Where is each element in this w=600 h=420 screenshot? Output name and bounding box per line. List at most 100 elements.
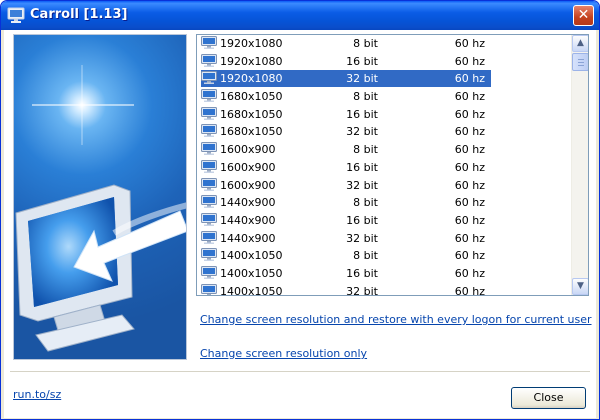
color-depth-cell: 16 bit xyxy=(346,54,378,68)
grip-line xyxy=(578,65,584,66)
color-depth-cell: 8 bit xyxy=(353,90,378,104)
resolution-text: 1680x1050 xyxy=(220,107,283,121)
color-depth-cell: 32 bit xyxy=(346,178,378,192)
resolution-text: 1440x900 xyxy=(220,196,276,210)
change-and-restore-link[interactable]: Change screen resolution and restore wit… xyxy=(200,313,592,326)
grip-line xyxy=(578,59,584,60)
list-item[interactable]: 1440x900 32 bit 60 hz xyxy=(197,230,572,248)
color-depth-cell: 8 bit xyxy=(353,37,378,50)
grip-line xyxy=(578,62,584,63)
scroll-up-icon[interactable]: ▲ xyxy=(572,35,588,52)
monitor-arrow-illustration xyxy=(13,34,187,360)
color-depth-cell: 32 bit xyxy=(346,284,378,296)
title-bar[interactable]: Carroll [1.13] ✕ xyxy=(1,1,599,30)
resolution-cell: 1920x1080 xyxy=(201,53,283,70)
close-button[interactable]: Close xyxy=(511,387,586,409)
color-depth-cell: 16 bit xyxy=(346,213,378,227)
refresh-rate-cell: 60 hz xyxy=(378,70,485,88)
resolution-cell: 1400x1050 xyxy=(201,247,283,264)
footer-divider xyxy=(10,371,590,372)
carroll-window: Carroll [1.13] ✕ 1920x1080 8 bit 60 hz 1… xyxy=(0,0,600,420)
close-x-icon[interactable]: ✕ xyxy=(573,5,594,26)
resolution-list[interactable]: 1920x1080 8 bit 60 hz 1920x1080 16 bit 60 hz 1… xyxy=(196,34,589,296)
resolution-text: 1600x900 xyxy=(220,160,276,174)
change-only-link[interactable]: Change screen resolution only xyxy=(200,347,367,360)
site-link[interactable]: run.to/sz xyxy=(13,388,61,401)
refresh-rate-cell: 60 hz xyxy=(454,90,485,104)
scroll-down-icon[interactable]: ▼ xyxy=(572,278,588,295)
list-item[interactable]: 1920x1080 16 bit 60 hz xyxy=(197,53,572,71)
color-depth-cell: 32 bit xyxy=(346,231,378,245)
monitor-icon xyxy=(201,159,217,173)
list-item[interactable]: 1600x900 32 bit 60 hz xyxy=(197,177,572,195)
resolution-cell: 1440x900 xyxy=(201,230,283,247)
resolution-text: 1680x1050 xyxy=(220,125,283,139)
resolution-rows: 1920x1080 8 bit 60 hz 1920x1080 16 bit 60 hz 1… xyxy=(197,35,572,296)
list-item[interactable]: 1400x1050 8 bit 60 hz xyxy=(197,247,572,265)
vertical-scrollbar[interactable]: ▲ ▼ xyxy=(571,35,588,295)
list-item[interactable]: 1680x1050 16 bit 60 hz xyxy=(197,106,572,124)
list-item[interactable]: 1440x900 16 bit 60 hz xyxy=(197,212,572,230)
list-item[interactable]: 1400x1050 32 bit 60 hz xyxy=(197,283,572,296)
resolution-cell: 1440x900 xyxy=(201,194,283,211)
resolution-cell: 1600x900 xyxy=(201,159,283,176)
list-item[interactable]: 1600x900 8 bit 60 hz xyxy=(197,141,572,159)
list-item[interactable]: 1400x1050 16 bit 60 hz xyxy=(197,265,572,283)
resolution-text: 1440x900 xyxy=(220,213,276,227)
monitor-icon xyxy=(201,124,217,138)
refresh-rate-cell: 60 hz xyxy=(454,107,485,121)
side-art-graphic xyxy=(15,65,186,352)
monitor-icon xyxy=(201,89,217,103)
resolution-text: 1920x1080 xyxy=(220,54,283,68)
window-title: Carroll [1.13] xyxy=(30,7,128,22)
refresh-rate-cell: 60 hz xyxy=(454,54,485,68)
resolution-cell: 1600x900 xyxy=(201,141,283,158)
color-depth-cell: 8 bit xyxy=(353,196,378,210)
refresh-rate-cell: 60 hz xyxy=(454,231,485,245)
color-depth-cell: 16 bit xyxy=(346,107,378,121)
monitor-icon xyxy=(201,195,217,209)
monitor-icon xyxy=(201,212,217,226)
app-monitor-icon xyxy=(7,7,25,23)
monitor-icon xyxy=(201,53,217,67)
resolution-cell: 1400x1050 xyxy=(201,265,283,282)
monitor-icon xyxy=(201,265,217,279)
refresh-rate-cell: 60 hz xyxy=(454,178,485,192)
refresh-rate-cell: 60 hz xyxy=(454,143,485,157)
refresh-rate-cell: 60 hz xyxy=(454,266,485,280)
list-item[interactable]: 1680x1050 32 bit 60 hz xyxy=(197,123,572,141)
resolution-text: 1400x1050 xyxy=(220,284,283,296)
resolution-text: 1600x900 xyxy=(220,178,276,192)
resolution-text: 1920x1080 xyxy=(220,72,283,86)
refresh-rate-cell: 60 hz xyxy=(454,125,485,139)
list-item[interactable]: 1920x1080 8 bit 60 hz xyxy=(197,35,572,53)
list-item[interactable]: 1680x1050 8 bit 60 hz xyxy=(197,88,572,106)
list-item[interactable]: 1920x1080 32 bit 60 hz xyxy=(197,70,572,88)
monitor-icon xyxy=(201,142,217,156)
client-area: 1920x1080 8 bit 60 hz 1920x1080 16 bit 60 hz 1… xyxy=(4,30,596,418)
list-item[interactable]: 1440x900 8 bit 60 hz xyxy=(197,194,572,212)
monitor-icon xyxy=(201,36,217,49)
refresh-rate-cell: 60 hz xyxy=(454,284,485,296)
resolution-text: 1920x1080 xyxy=(220,37,283,50)
resolution-cell: 1440x900 xyxy=(201,212,283,229)
monitor-icon xyxy=(201,71,217,85)
refresh-rate-cell: 60 hz xyxy=(454,37,485,50)
monitor-icon xyxy=(201,230,217,244)
resolution-text: 1680x1050 xyxy=(220,90,283,104)
monitor-icon xyxy=(201,106,217,120)
color-depth-cell: 16 bit xyxy=(346,160,378,174)
color-depth-cell: 32 bit xyxy=(283,70,378,88)
resolution-text: 1400x1050 xyxy=(220,249,283,263)
monitor-icon xyxy=(201,177,217,191)
resolution-text: 1440x900 xyxy=(220,231,276,245)
list-item[interactable]: 1600x900 16 bit 60 hz xyxy=(197,159,572,177)
color-depth-cell: 32 bit xyxy=(346,125,378,139)
monitor-icon xyxy=(201,248,217,262)
refresh-rate-cell: 60 hz xyxy=(454,249,485,263)
resolution-text: 1400x1050 xyxy=(220,266,283,280)
scroll-thumb[interactable] xyxy=(572,53,588,71)
resolution-cell: 1920x1080 xyxy=(201,35,283,52)
resolution-cell: 1600x900 xyxy=(201,177,283,194)
resolution-cell: 1680x1050 xyxy=(201,88,283,105)
